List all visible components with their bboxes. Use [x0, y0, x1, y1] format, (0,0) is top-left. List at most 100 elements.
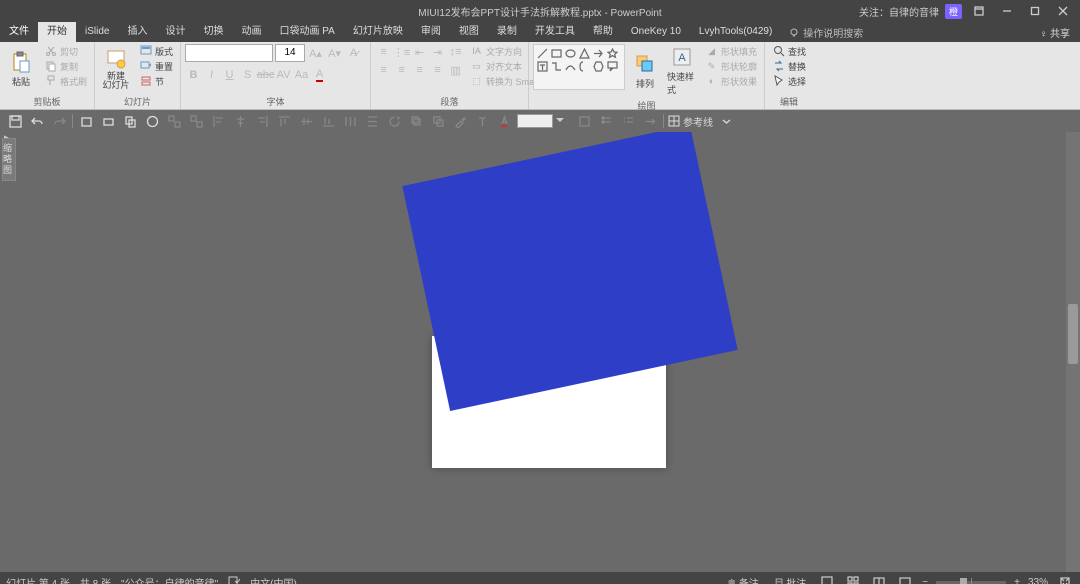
zoom-in-icon[interactable]: +	[1014, 577, 1020, 584]
tab-pocket[interactable]: 口袋动画 PA	[270, 22, 343, 42]
qat-bullets-icon[interactable]	[597, 112, 615, 130]
qat-color-icon[interactable]	[143, 112, 161, 130]
zoom-slider[interactable]	[936, 581, 1006, 584]
tab-record[interactable]: 录制	[488, 22, 526, 42]
vertical-scrollbar[interactable]	[1066, 132, 1080, 572]
fit-window-icon[interactable]	[1056, 574, 1074, 584]
increase-font-icon[interactable]: A▴	[307, 45, 324, 61]
shape-callout-icon[interactable]	[606, 60, 619, 72]
strike-button[interactable]: abc	[257, 67, 274, 83]
qat-fontcolor-icon[interactable]	[495, 112, 513, 130]
bullets-button[interactable]: ≡	[375, 44, 392, 60]
tab-review[interactable]: 审阅	[412, 22, 450, 42]
tab-help[interactable]: 帮助	[584, 22, 622, 42]
undo-icon[interactable]	[28, 112, 46, 130]
qat-rotate-icon[interactable]	[385, 112, 403, 130]
arrange-button[interactable]: 排列	[628, 44, 662, 98]
change-case-button[interactable]: Aa	[293, 67, 310, 83]
shape-rect-icon[interactable]	[550, 47, 563, 59]
shape-curve-icon[interactable]	[564, 60, 577, 72]
qat-text-icon[interactable]	[473, 112, 491, 130]
bold-button[interactable]: B	[185, 67, 202, 83]
reset-button[interactable]: 重置	[136, 59, 176, 73]
underline-button[interactable]: U	[221, 67, 238, 83]
qat-rect-icon[interactable]	[99, 112, 117, 130]
spellcheck-icon[interactable]	[228, 575, 240, 584]
qat-eyedrop-icon[interactable]	[451, 112, 469, 130]
qat-home-icon[interactable]	[77, 112, 95, 130]
new-slide-button[interactable]: 新建 幻灯片	[99, 44, 133, 94]
tab-animations[interactable]: 动画	[232, 22, 270, 42]
decrease-font-icon[interactable]: A▾	[326, 45, 343, 61]
reading-view-icon[interactable]	[870, 574, 888, 584]
clear-format-icon[interactable]: A̷	[345, 45, 362, 61]
shape-triangle-icon[interactable]	[578, 47, 591, 59]
align-left-button[interactable]: ≡	[375, 62, 392, 78]
section-button[interactable]: 节	[136, 74, 176, 88]
slide-counter[interactable]: 幻灯片 第 4 张，共 8 张	[6, 575, 111, 584]
shape-effects-button[interactable]: ◐形状效果	[702, 74, 760, 88]
tab-home[interactable]: 开始	[38, 22, 76, 42]
tab-file[interactable]: 文件	[0, 22, 38, 42]
notes-button[interactable]: ≐ 备注	[724, 575, 763, 584]
layout-button[interactable]: 版式	[136, 44, 176, 58]
qat-more-icon[interactable]	[717, 112, 735, 130]
zoom-thumb[interactable]	[960, 578, 967, 584]
copy-button[interactable]: 复制	[41, 59, 90, 73]
blue-rectangle-shape[interactable]	[402, 132, 737, 411]
tab-islide[interactable]: iSlide	[76, 22, 118, 42]
shape-arrow-icon[interactable]	[592, 47, 605, 59]
zoom-out-icon[interactable]: −	[922, 577, 928, 584]
paste-button[interactable]: 粘贴	[4, 44, 38, 94]
shape-brace-icon[interactable]	[578, 60, 591, 72]
font-color-button[interactable]: A	[311, 67, 328, 83]
qat-distv-icon[interactable]	[363, 112, 381, 130]
tab-onekey[interactable]: OneKey 10	[622, 22, 690, 42]
select-button[interactable]: 选择	[769, 74, 809, 88]
find-button[interactable]: 查找	[769, 44, 809, 58]
minimize-icon[interactable]	[996, 0, 1018, 22]
tab-view[interactable]: 视图	[450, 22, 488, 42]
qat-num-icon[interactable]	[619, 112, 637, 130]
line-spacing-button[interactable]: ↕≡	[447, 44, 464, 60]
tab-transitions[interactable]: 切换	[194, 22, 232, 42]
justify-button[interactable]: ≡	[429, 62, 446, 78]
zoom-percent[interactable]: 33%	[1028, 577, 1048, 584]
slideshow-view-icon[interactable]	[896, 574, 914, 584]
qat-send-back-icon[interactable]	[429, 112, 447, 130]
qat-alignb-icon[interactable]	[319, 112, 337, 130]
columns-button[interactable]: ▥	[447, 62, 464, 78]
qat-fill-color[interactable]	[517, 114, 553, 128]
qat-disth-icon[interactable]	[341, 112, 359, 130]
shape-star-icon[interactable]	[606, 47, 619, 59]
qat-alignc-icon[interactable]	[231, 112, 249, 130]
close-icon[interactable]	[1052, 0, 1074, 22]
qat-group-icon[interactable]	[165, 112, 183, 130]
shape-oval-icon[interactable]	[564, 47, 577, 59]
scroll-thumb[interactable]	[1068, 304, 1078, 364]
account-badge[interactable]: 橙	[945, 4, 962, 19]
font-name-select[interactable]	[185, 44, 273, 62]
quick-styles-button[interactable]: A 快速样式	[665, 44, 699, 98]
qat-arrow-icon[interactable]	[641, 112, 659, 130]
tab-design[interactable]: 设计	[156, 22, 194, 42]
shape-outline-button[interactable]: ✎形状轮廓	[702, 59, 760, 73]
shapes-gallery[interactable]	[533, 44, 625, 90]
indent-dec-button[interactable]: ⇤	[411, 44, 428, 60]
char-spacing-button[interactable]: AV	[275, 67, 292, 83]
language-label[interactable]: 中文(中国)	[250, 575, 297, 584]
qat-outline-icon[interactable]	[575, 112, 593, 130]
qat-ungroup-icon[interactable]	[187, 112, 205, 130]
comments-button[interactable]: ⊟ 批注	[771, 575, 810, 584]
tab-insert[interactable]: 插入	[118, 22, 156, 42]
shape-hex-icon[interactable]	[592, 60, 605, 72]
shape-text-icon[interactable]	[536, 60, 549, 72]
numbering-button[interactable]: ⋮≡	[393, 44, 410, 60]
tab-slideshow[interactable]: 幻灯片放映	[344, 22, 412, 42]
shape-line-icon[interactable]	[536, 47, 549, 59]
maximize-icon[interactable]	[1024, 0, 1046, 22]
indent-inc-button[interactable]: ⇥	[429, 44, 446, 60]
cut-button[interactable]: 剪切	[41, 44, 90, 58]
qat-alignl-icon[interactable]	[209, 112, 227, 130]
align-center-button[interactable]: ≡	[393, 62, 410, 78]
